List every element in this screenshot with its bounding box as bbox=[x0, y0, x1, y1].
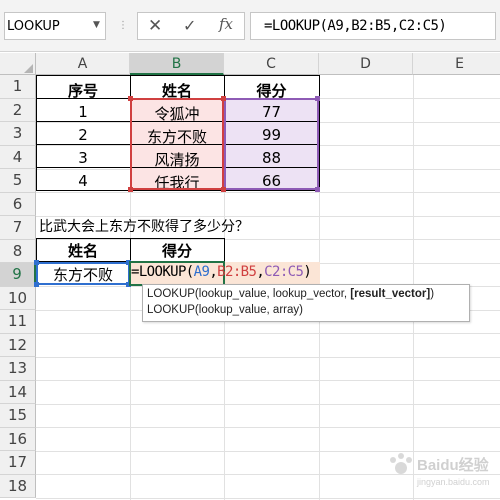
range-handle-icon[interactable] bbox=[315, 187, 320, 192]
column-header-b[interactable]: B bbox=[130, 53, 224, 75]
table-cell[interactable]: 3 bbox=[36, 149, 130, 167]
formula-cell-editor[interactable]: =LOOKUP(A9,B2:B5,C2:C5) bbox=[131, 264, 312, 280]
column-header-a[interactable]: A bbox=[36, 53, 130, 75]
row-header-2[interactable]: 2 bbox=[0, 98, 36, 122]
tooltip-syntax-vector[interactable]: LOOKUP(lookup_value, lookup_vector, [res… bbox=[147, 288, 434, 300]
baidu-watermark-logo: Baidu经验 jingyan.baidu.com bbox=[390, 453, 490, 487]
formula-part: =LOOKUP( bbox=[131, 264, 194, 280]
row-header-16[interactable]: 16 bbox=[0, 427, 36, 451]
formula-part: , bbox=[209, 264, 218, 280]
column-header-c[interactable]: C bbox=[224, 53, 319, 75]
header-xuhao[interactable]: 序号 bbox=[36, 80, 130, 101]
row-header-4[interactable]: 4 bbox=[0, 145, 36, 169]
table-cell[interactable]: 2 bbox=[36, 126, 130, 144]
formula-ref-b2-b5: B2:B5 bbox=[217, 264, 257, 280]
table-cell[interactable]: 1 bbox=[36, 103, 130, 121]
formula-ref-c2-c5: C2:C5 bbox=[264, 264, 304, 280]
range-highlight-c2-c5 bbox=[224, 98, 319, 190]
tooltip-current-arg: [result_vector] bbox=[350, 288, 431, 300]
a9-reference-highlight bbox=[36, 262, 130, 285]
row-header-7[interactable]: 7 bbox=[0, 216, 36, 240]
watermark-text: Baidu经验 bbox=[417, 456, 490, 474]
grid-row-line bbox=[36, 192, 500, 193]
range-handle-icon[interactable] bbox=[128, 187, 133, 192]
question-text[interactable]: 比武大会上东方不败得了多少分？ bbox=[39, 216, 249, 236]
range-highlight-b2-b5 bbox=[130, 98, 224, 190]
lookup-header-score[interactable]: 得分 bbox=[130, 240, 224, 261]
watermark-subtext: jingyan.baidu.com bbox=[416, 477, 490, 487]
row-header-3[interactable]: 3 bbox=[0, 122, 36, 146]
range-handle-icon[interactable] bbox=[315, 96, 320, 101]
range-handle-icon[interactable] bbox=[221, 96, 226, 101]
formula-part: , bbox=[256, 264, 265, 280]
range-handle-icon[interactable] bbox=[34, 282, 39, 287]
grid-row-line bbox=[36, 333, 500, 334]
table-cell[interactable]: 4 bbox=[36, 172, 130, 190]
formula-input-text[interactable]: =LOOKUP(A9,B2:B5,C2:C5) bbox=[264, 18, 447, 34]
tooltip-text: LOOKUP(lookup_value, lookup_vector, bbox=[147, 288, 351, 300]
row-header-14[interactable]: 14 bbox=[0, 380, 36, 404]
grid-row-line bbox=[36, 380, 500, 381]
row-header-8[interactable]: 8 bbox=[0, 239, 36, 263]
tooltip-syntax-array[interactable]: LOOKUP(lookup_value, array) bbox=[147, 304, 303, 316]
tooltip-text: ) bbox=[430, 288, 435, 300]
row-header-15[interactable]: 15 bbox=[0, 404, 36, 428]
formula-part: ) bbox=[303, 264, 312, 280]
range-handle-icon[interactable] bbox=[128, 96, 133, 101]
lookup-header-name[interactable]: 姓名 bbox=[36, 240, 130, 261]
row-header-11[interactable]: 11 bbox=[0, 310, 36, 334]
row-header-1[interactable]: 1 bbox=[0, 75, 36, 99]
row-header-5[interactable]: 5 bbox=[0, 169, 36, 193]
select-all-icon bbox=[24, 64, 33, 73]
row-header-10[interactable]: 10 bbox=[0, 286, 36, 310]
formula-ref-a9: A9 bbox=[193, 264, 210, 280]
insert-function-icon[interactable]: fx bbox=[219, 15, 233, 33]
row-header-6[interactable]: 6 bbox=[0, 192, 36, 216]
row-header-18[interactable]: 18 bbox=[0, 474, 36, 498]
row-header-12[interactable]: 12 bbox=[0, 333, 36, 357]
row-header-17[interactable]: 17 bbox=[0, 451, 36, 475]
resize-handle-icon[interactable]: ⋮ bbox=[118, 20, 128, 31]
grid-row-line bbox=[36, 403, 500, 405]
cancel-icon[interactable]: ✕ bbox=[148, 16, 162, 36]
grid-row-line bbox=[36, 427, 500, 428]
grid-row-line bbox=[36, 497, 500, 499]
range-handle-icon[interactable] bbox=[34, 260, 39, 265]
column-header-d[interactable]: D bbox=[319, 53, 413, 75]
row-header-13[interactable]: 13 bbox=[0, 357, 36, 381]
row-header-9[interactable]: 9 bbox=[0, 263, 36, 287]
chevron-down-icon[interactable]: ▼ bbox=[93, 20, 100, 30]
range-handle-icon[interactable] bbox=[221, 187, 226, 192]
enter-icon[interactable]: ✓ bbox=[183, 16, 196, 35]
name-box-value[interactable]: LOOKUP bbox=[7, 19, 60, 34]
grid-row-line bbox=[36, 356, 500, 358]
column-header-e[interactable]: E bbox=[413, 53, 500, 75]
